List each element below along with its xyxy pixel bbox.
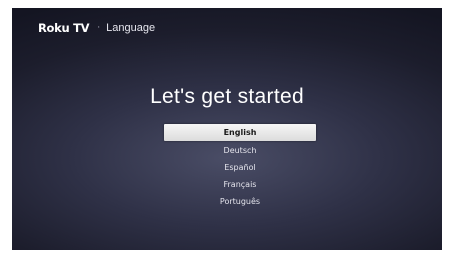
tv-frame: Roku TV · Language Let's get started Eng… — [0, 0, 455, 259]
breadcrumb-separator: · — [97, 22, 101, 33]
tv-screen: Roku TV · Language Let's get started Eng… — [12, 8, 442, 250]
page-title: Let's get started — [150, 85, 304, 108]
screen-name: Language — [106, 22, 156, 34]
header-bar: Roku TV · Language — [38, 21, 155, 35]
language-option-portugues[interactable]: Português — [164, 193, 316, 210]
language-option-francais[interactable]: Français — [164, 176, 316, 193]
language-option-english[interactable]: English — [164, 124, 316, 141]
language-option-deutsch[interactable]: Deutsch — [164, 142, 316, 159]
roku-tv-logo: Roku TV — [38, 21, 90, 35]
language-list: English Deutsch Español Français Portugu… — [164, 124, 316, 210]
language-option-espanol[interactable]: Español — [164, 159, 316, 176]
